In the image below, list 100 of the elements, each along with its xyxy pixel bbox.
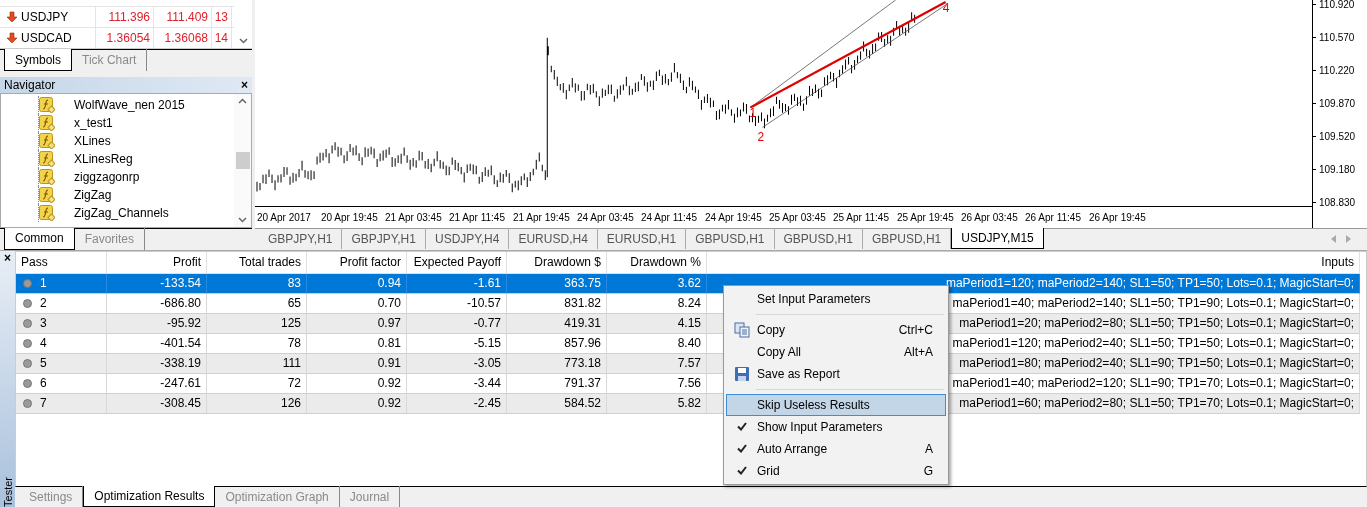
price-axis-label: 110.220 [1313,54,1367,87]
column-header[interactable]: Drawdown $ [507,251,607,274]
chart-tab[interactable]: GBPJPY,H1 [342,228,426,249]
chart-tab[interactable]: USDJPY,H4 [425,228,510,249]
column-header[interactable]: Profit [107,251,207,274]
table-cell: -3.44 [407,373,507,394]
table-cell: 773.18 [507,353,607,374]
status-dot-icon [23,378,32,388]
tree-item[interactable]: ziggzagonrp [74,170,140,184]
chart-tab[interactable]: EURUSD,H1 [597,228,687,249]
function-icon [39,133,55,149]
scroll-down-icon[interactable] [238,216,247,223]
tester-tab[interactable]: Optimization Results [83,486,216,507]
table-cell: -338.19 [107,353,207,374]
bid-price: 1.36054 [96,28,154,48]
time-axis-label: 24 Apr 03:45 [577,211,635,223]
table-cell: 4.15 [607,313,707,334]
column-header[interactable]: Drawdown % [607,251,707,274]
table-cell: 0.81 [307,333,407,354]
chart-tab[interactable]: EURUSD,H4 [509,228,598,249]
function-icon [39,151,55,167]
symbol-name[interactable]: USDJPY [21,10,69,24]
scroll-thumb[interactable] [235,151,250,169]
column-header[interactable]: Profit factor [307,251,407,274]
table-cell: 125 [207,313,307,334]
column-header[interactable]: Inputs [707,251,1360,274]
tree-item[interactable]: XLinesReg [74,152,133,166]
time-axis-label: 25 Apr 11:45 [833,211,890,223]
bid-price: 111.396 [96,7,154,27]
menu-item[interactable]: Skip Useless Results [726,393,946,416]
table-cell: 0.94 [307,273,407,294]
menu-item[interactable]: Grid G [726,459,946,482]
table-cell: -3.05 [407,353,507,374]
copy-icon [734,321,750,338]
status-dot-icon [23,278,32,288]
down-arrow-icon [6,32,18,44]
table-cell: 111 [207,353,307,374]
table-cell: 3.62 [607,273,707,294]
table-cell: 791.37 [507,373,607,394]
menu-item[interactable]: Show Input Parameters [726,415,946,438]
chart-tab[interactable]: GBPUSD,H1 [686,228,775,249]
table-cell: 419.31 [507,313,607,334]
table-cell: 2 [16,293,107,314]
save-icon [734,365,750,382]
wave-label: 2 [757,130,765,145]
close-button[interactable]: × [4,250,11,265]
panel-tab[interactable]: Symbols [4,49,72,71]
tree-item[interactable]: x_test1 [74,116,113,130]
close-button[interactable]: × [241,78,248,92]
status-dot-icon [23,298,32,308]
table-cell: 7.56 [607,373,707,394]
table-cell: 8.24 [607,293,707,314]
tree-item[interactable]: ZigZag_Channels [74,206,169,220]
price-axis-label: 108.830 [1313,186,1367,219]
table-cell: 78 [207,333,307,354]
time-axis-label: 21 Apr 03:45 [385,211,443,223]
function-icon [39,187,55,203]
status-dot-icon [23,398,32,408]
table-cell: -247.61 [107,373,207,394]
menu-item[interactable]: Auto Arrange A [726,437,946,460]
time-axis-label: 24 Apr 19:45 [705,211,763,223]
chart-tab[interactable]: GBPJPY,H1 [259,228,343,249]
table-cell: 0.97 [307,313,407,334]
panel-tab[interactable]: Common [4,227,75,250]
symbol-name[interactable]: USDCAD [21,31,72,45]
function-icon [39,205,55,221]
table-cell: 363.75 [507,273,607,294]
table-cell: 7.57 [607,353,707,374]
table-cell: 5 [16,353,107,374]
column-header[interactable]: Pass [16,251,107,274]
scroll-down-icon[interactable] [238,38,248,44]
table-cell: -5.15 [407,333,507,354]
table-cell: 8.40 [607,333,707,354]
table-cell: 65 [207,293,307,314]
table-cell: -401.54 [107,333,207,354]
column-header[interactable]: Expected Payoff [407,251,507,274]
price-axis-label: 109.870 [1313,87,1367,120]
table-cell: 7 [16,393,107,414]
time-axis-label: 26 Apr 19:45 [1089,211,1147,223]
table-cell: -0.77 [407,313,507,334]
ask-price: 111.409 [154,7,212,27]
status-dot-icon [23,338,32,348]
function-icon [39,115,55,131]
table-cell: 3 [16,313,107,334]
price-axis-label: 109.520 [1313,120,1367,153]
time-axis-label: 26 Apr 03:45 [961,211,1019,223]
chart-tab[interactable]: GBPUSD,H1 [774,228,863,249]
wave-label: 4 [942,0,950,15]
column-header[interactable]: Total trades [207,251,307,274]
table-cell: -2.45 [407,393,507,414]
function-icon [39,169,55,185]
time-axis-label: 20 Apr 2017 [257,211,312,223]
spread-value: 13 [212,7,232,27]
tree-item[interactable]: XLines [74,134,111,148]
tree-item[interactable]: WolfWave_nen 2015 [74,98,185,112]
time-axis-label: 24 Apr 11:45 [641,211,698,223]
scroll-up-icon[interactable] [238,98,247,104]
tree-item[interactable]: ZigZag [74,188,112,202]
table-cell: 857.96 [507,333,607,354]
chart-tab[interactable]: USDJPY,M15 [951,228,1044,249]
